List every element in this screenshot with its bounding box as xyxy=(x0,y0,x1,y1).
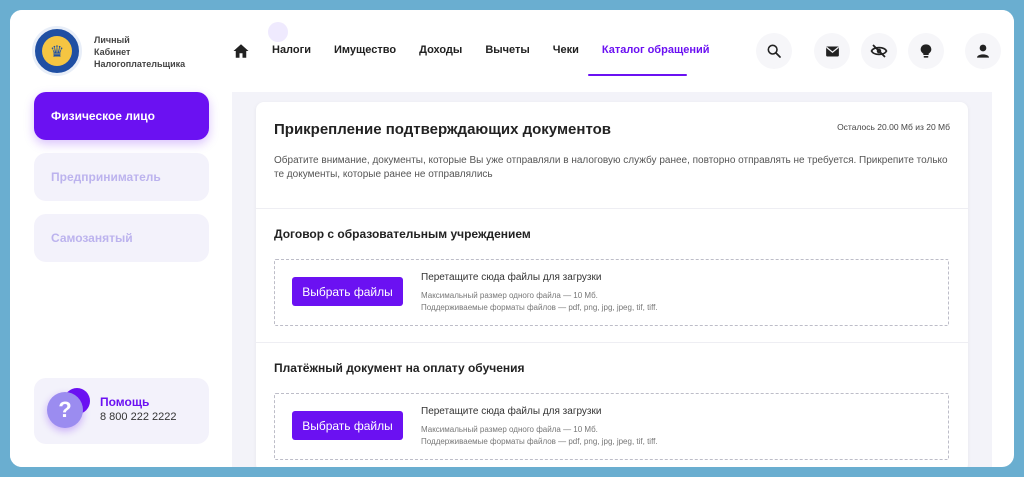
visually-impaired-button[interactable] xyxy=(861,33,897,69)
nav-taxes[interactable]: Налоги xyxy=(272,44,311,56)
profile-button[interactable] xyxy=(965,33,1001,69)
nav-deductions[interactable]: Вычеты xyxy=(485,44,529,56)
choose-files-button[interactable]: Выбрать файлы xyxy=(292,277,403,306)
tips-button[interactable] xyxy=(908,33,944,69)
help-phone[interactable]: 8 800 222 2222 xyxy=(100,411,176,423)
logo-line-1: Личный xyxy=(94,35,130,45)
sidebar-item-label: Физическое лицо xyxy=(51,109,156,123)
divider xyxy=(256,208,968,209)
eye-off-icon xyxy=(870,44,888,58)
messages-button[interactable] xyxy=(814,33,850,69)
sidebar: ♛ Личный Кабинет Налогоплательщика Физич… xyxy=(10,10,232,467)
nav-links: Налоги Имущество Доходы Вычеты Чеки Ката… xyxy=(272,44,733,56)
search-icon xyxy=(767,44,781,58)
fns-logo[interactable]: ♛ xyxy=(32,26,82,76)
logo-line-2: Кабинет xyxy=(94,47,131,57)
mail-icon xyxy=(825,46,839,56)
max-size-hint: Максимальный размер одного файла — 10 Мб… xyxy=(421,291,598,300)
nav-property[interactable]: Имущество xyxy=(334,44,396,56)
logo-text: Личный Кабинет Налогоплательщика xyxy=(94,34,185,70)
sidebar-item-individual[interactable]: Физическое лицо xyxy=(34,92,209,140)
notice-text: Обратите внимание, документы, которые Вы… xyxy=(274,155,948,180)
section-title-payment: Платёжный документ на оплату обучения xyxy=(274,361,525,375)
help-card[interactable]: ? Помощь 8 800 222 2222 xyxy=(34,378,209,444)
dropzone-title: Перетащите сюда файлы для загрузки xyxy=(421,272,602,283)
sidebar-item-entrepreneur[interactable]: Предприниматель xyxy=(34,153,209,201)
sidebar-item-label: Самозанятый xyxy=(51,231,133,245)
nav-receipts[interactable]: Чеки xyxy=(553,44,579,56)
top-nav: Налоги Имущество Доходы Вычеты Чеки Ката… xyxy=(232,10,1014,92)
section-title-contract: Договор с образовательным учреждением xyxy=(274,227,531,241)
dropzone-title: Перетащите сюда файлы для загрузки xyxy=(421,406,602,417)
help-title: Помощь xyxy=(100,395,150,409)
lightbulb-icon xyxy=(920,44,932,58)
formats-hint: Поддерживаемые форматы файлов — pdf, png… xyxy=(421,437,658,446)
file-dropzone-contract[interactable]: Выбрать файлы Перетащите сюда файлы для … xyxy=(274,259,949,326)
app-window: ♛ Личный Кабинет Налогоплательщика Физич… xyxy=(10,10,1014,467)
nav-requests-catalog[interactable]: Каталог обращений xyxy=(602,44,710,56)
user-icon xyxy=(977,44,989,58)
divider xyxy=(256,342,968,343)
sidebar-item-self-employed[interactable]: Самозанятый xyxy=(34,214,209,262)
logo-line-3: Налогоплательщика xyxy=(94,59,186,69)
nav-income[interactable]: Доходы xyxy=(419,44,462,56)
question-icon: ? xyxy=(47,392,83,428)
eagle-emblem-icon: ♛ xyxy=(42,36,72,66)
attach-documents-card: Прикрепление подтверждающих документов О… xyxy=(256,102,968,467)
decorative-dot xyxy=(268,22,288,42)
search-button[interactable] xyxy=(756,33,792,69)
choose-files-button[interactable]: Выбрать файлы xyxy=(292,411,403,440)
sidebar-item-label: Предприниматель xyxy=(51,170,161,184)
main-content: Прикрепление подтверждающих документов О… xyxy=(232,92,992,467)
file-dropzone-payment[interactable]: Выбрать файлы Перетащите сюда файлы для … xyxy=(274,393,949,460)
max-size-hint: Максимальный размер одного файла — 10 Мб… xyxy=(421,425,598,434)
formats-hint: Поддерживаемые форматы файлов — pdf, png… xyxy=(421,303,658,312)
home-icon[interactable] xyxy=(232,42,250,60)
storage-quota: Осталось 20.00 Мб из 20 Мб xyxy=(837,122,950,132)
active-tab-underline xyxy=(588,74,687,76)
page-title: Прикрепление подтверждающих документов xyxy=(274,121,611,138)
